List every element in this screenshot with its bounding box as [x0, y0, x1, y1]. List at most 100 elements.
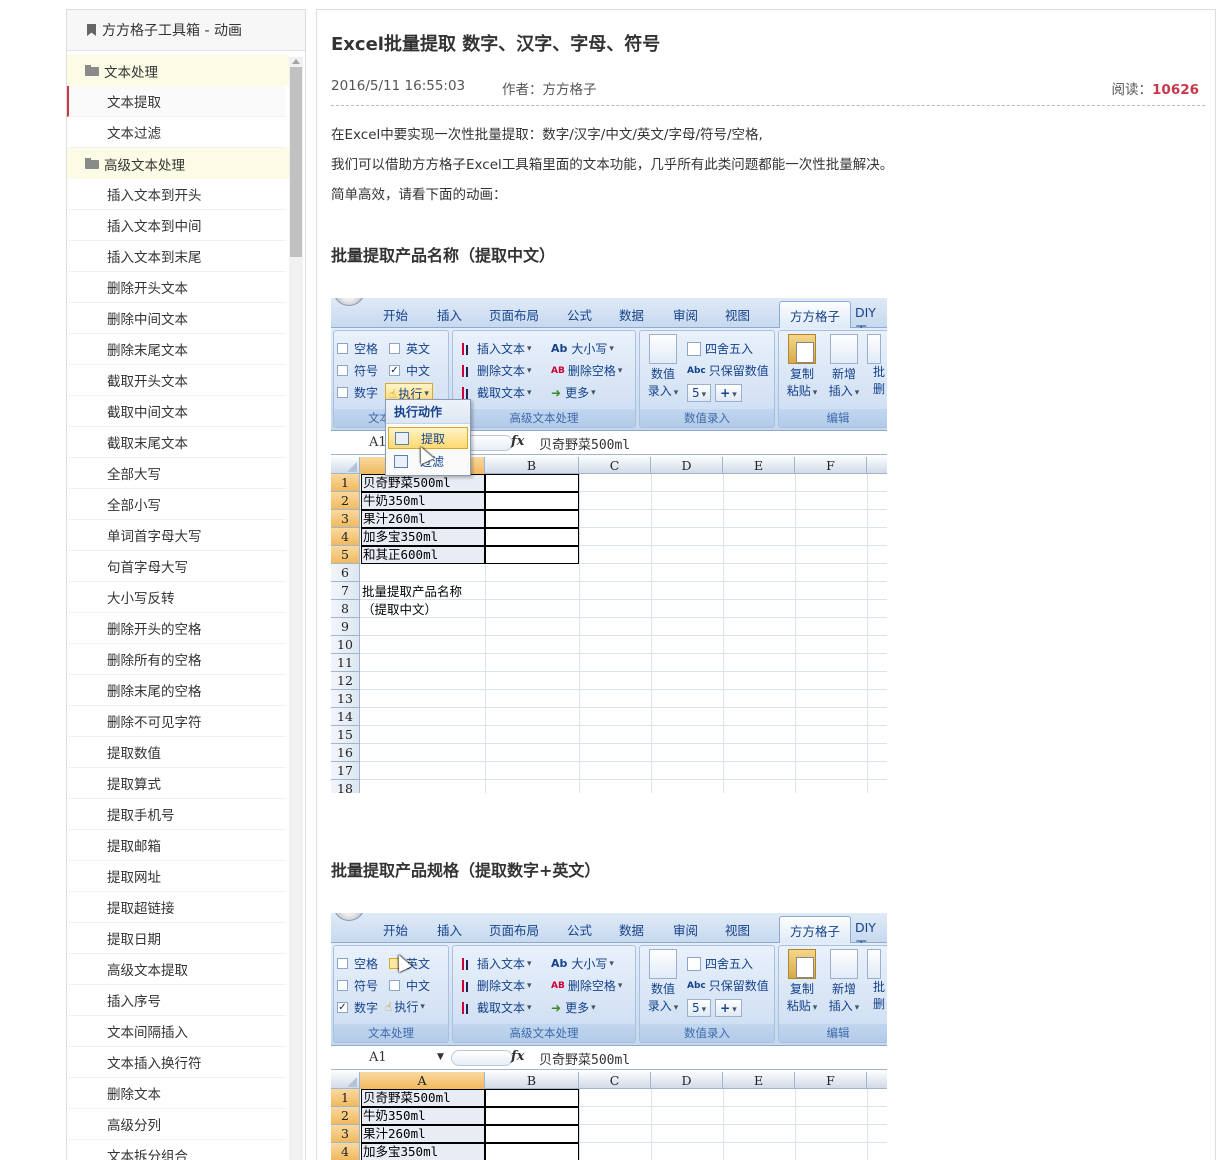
- column-header[interactable]: F: [795, 1072, 867, 1089]
- sidebar-item[interactable]: 文本过滤: [69, 117, 285, 148]
- ribbon-tab[interactable]: 视图: [725, 920, 750, 939]
- row-header[interactable]: 3: [331, 1125, 360, 1143]
- row-header[interactable]: 18: [331, 780, 360, 793]
- sidebar-item[interactable]: 提取日期: [69, 923, 285, 954]
- sidebar-item[interactable]: 全部大写: [69, 458, 285, 489]
- cell-b[interactable]: [485, 1089, 579, 1107]
- cell-b[interactable]: [485, 1143, 579, 1160]
- column-header[interactable]: E: [723, 457, 795, 474]
- sidebar-item[interactable]: 删除不可见字符: [69, 706, 285, 737]
- fx-icon[interactable]: fx: [511, 1049, 524, 1064]
- office-button[interactable]: [333, 913, 365, 921]
- delete-space-button[interactable]: AB 删除空格 ▾: [551, 977, 622, 994]
- cell-a[interactable]: 和其正600ml: [361, 546, 485, 564]
- row-header[interactable]: 10: [331, 636, 360, 654]
- delete-space-button[interactable]: AB 删除空格 ▾: [551, 362, 622, 379]
- formula-value[interactable]: 贝奇野菜500ml: [539, 1049, 630, 1068]
- cell-a[interactable]: 牛奶350ml: [361, 1107, 485, 1125]
- cell-b[interactable]: [485, 1125, 579, 1143]
- checkbox-space[interactable]: 空格: [337, 955, 378, 972]
- sidebar-item[interactable]: 删除中间文本: [69, 303, 285, 334]
- keep-values-button[interactable]: Abc 只保留数值: [687, 977, 769, 994]
- ribbon-tab[interactable]: 审阅: [673, 305, 698, 324]
- ribbon-tab[interactable]: 数据: [619, 920, 644, 939]
- sidebar-item[interactable]: 插入序号: [69, 985, 285, 1016]
- cell-a[interactable]: 贝奇野菜500ml: [361, 1089, 485, 1107]
- sidebar-item[interactable]: 文本提取: [67, 86, 285, 117]
- sidebar-item[interactable]: 提取超链接: [69, 892, 285, 923]
- sidebar-item[interactable]: 插入文本到开头: [69, 179, 285, 210]
- sidebar-item[interactable]: 提取手机号: [69, 799, 285, 830]
- plus-button[interactable]: + ▾: [715, 384, 742, 402]
- column-header[interactable]: C: [579, 457, 651, 474]
- stepper-controls[interactable]: 5 ▾ + ▾: [687, 384, 746, 402]
- cell-a[interactable]: 牛奶350ml: [361, 492, 485, 510]
- sidebar-scrollbar[interactable]: [289, 57, 303, 1160]
- stepper-controls[interactable]: 5 ▾ + ▾: [687, 999, 746, 1017]
- cell-b[interactable]: [485, 492, 579, 510]
- ribbon-tab[interactable]: 页面布局: [489, 305, 539, 324]
- column-header[interactable]: D: [651, 457, 723, 474]
- row-header[interactable]: 16: [331, 744, 360, 762]
- row-header[interactable]: 12: [331, 672, 360, 690]
- row-header[interactable]: 9: [331, 618, 360, 636]
- row-header[interactable]: 1: [331, 474, 360, 492]
- row-header[interactable]: 11: [331, 654, 360, 672]
- sidebar-item[interactable]: 单词首字母大写: [69, 520, 285, 551]
- row-header[interactable]: 2: [331, 1107, 360, 1125]
- row-header[interactable]: 14: [331, 708, 360, 726]
- round-button[interactable]: 四舍五入: [687, 955, 753, 972]
- adv-text-button[interactable]: 删除文本 ▾: [459, 362, 532, 379]
- sidebar-item[interactable]: 提取算式: [69, 768, 285, 799]
- sidebar-item[interactable]: 高级分列: [69, 1109, 285, 1140]
- sidebar-item[interactable]: 截取开头文本: [69, 365, 285, 396]
- ribbon-tab[interactable]: 开始: [383, 920, 408, 939]
- adv-text-button[interactable]: 插入文本 ▾: [459, 955, 532, 972]
- value-entry-button[interactable]: 数值 录入 ▾: [643, 949, 683, 1017]
- sidebar-item[interactable]: 插入文本到中间: [69, 210, 285, 241]
- cell-b[interactable]: [485, 528, 579, 546]
- office-button[interactable]: [333, 298, 365, 306]
- checkbox-symbol[interactable]: 符号: [337, 977, 378, 994]
- fx-icon[interactable]: fx: [511, 434, 524, 449]
- sidebar-item[interactable]: 删除文本: [69, 1078, 285, 1109]
- batch-delete-button[interactable]: 批删: [867, 334, 887, 398]
- column-header[interactable]: A: [360, 1072, 485, 1089]
- row-header[interactable]: 6: [331, 564, 360, 582]
- formula-splitter[interactable]: [451, 1050, 513, 1066]
- copy-paste-button[interactable]: 复制 粘贴 ▾: [783, 949, 821, 1017]
- sidebar-item[interactable]: 大小写反转: [69, 582, 285, 613]
- checkbox-chinese[interactable]: ✓ 中文: [389, 362, 430, 379]
- column-header[interactable]: B: [485, 1072, 579, 1089]
- column-header[interactable]: B: [485, 457, 579, 474]
- row-header[interactable]: 3: [331, 510, 360, 528]
- decimal-stepper[interactable]: 5 ▾: [687, 384, 712, 402]
- formula-value[interactable]: 贝奇野菜500ml: [539, 434, 630, 453]
- ribbon-tab[interactable]: 方方格子: [779, 301, 852, 329]
- keep-values-button[interactable]: Abc 只保留数值: [687, 362, 769, 379]
- cell-b[interactable]: [485, 546, 579, 564]
- row-header[interactable]: 2: [331, 492, 360, 510]
- new-insert-button[interactable]: 新增 插入 ▾: [825, 949, 863, 1017]
- ribbon-tab[interactable]: 插入: [437, 920, 462, 939]
- category-1[interactable]: 高级文本处理: [67, 148, 289, 179]
- row-header[interactable]: 17: [331, 762, 360, 780]
- sidebar-item[interactable]: 高级文本提取: [69, 954, 285, 985]
- copy-paste-button[interactable]: 复制 粘贴 ▾: [783, 334, 821, 402]
- sidebar-item[interactable]: 文本插入换行符: [69, 1047, 285, 1078]
- adv-text-button[interactable]: 插入文本 ▾: [459, 340, 532, 357]
- cell-a[interactable]: 加多宝350ml: [361, 1143, 485, 1160]
- column-header[interactable]: C: [579, 1072, 651, 1089]
- new-insert-button[interactable]: 新增 插入 ▾: [825, 334, 863, 402]
- sidebar-item[interactable]: 删除开头文本: [69, 272, 285, 303]
- decimal-stepper[interactable]: 5 ▾: [687, 999, 712, 1017]
- column-header[interactable]: F: [795, 457, 867, 474]
- row-header[interactable]: 5: [331, 546, 360, 564]
- sidebar-item[interactable]: 删除所有的空格: [69, 644, 285, 675]
- sidebar-item[interactable]: 插入文本到末尾: [69, 241, 285, 272]
- ribbon-tab[interactable]: 开始: [383, 305, 408, 324]
- sidebar-item[interactable]: 提取网址: [69, 861, 285, 892]
- ribbon-tab[interactable]: 审阅: [673, 920, 698, 939]
- ribbon-tab[interactable]: 数据: [619, 305, 644, 324]
- sidebar-item[interactable]: 文本拆分组合: [69, 1140, 285, 1160]
